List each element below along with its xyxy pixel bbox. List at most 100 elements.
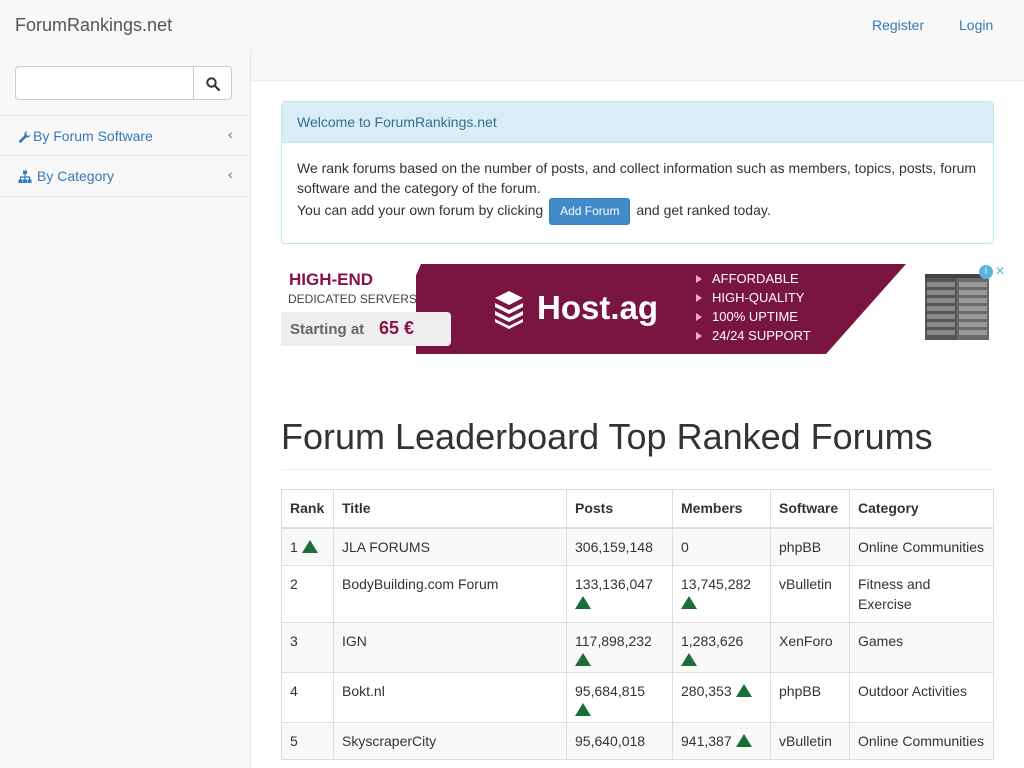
trend-up-icon [681, 595, 697, 609]
wrench-icon [19, 131, 31, 143]
table-row[interactable]: 2 BodyBuilding.com Forum 133,136,047 13,… [281, 564, 994, 623]
sitemap-icon [18, 170, 32, 183]
rank-cell: 3 [281, 621, 334, 673]
main-content: Welcome to ForumRankings.net We rank for… [251, 80, 1024, 768]
software-link[interactable]: phpBB [770, 671, 850, 723]
ad-feature-label: 24/24 SUPPORT [712, 328, 811, 343]
table-row[interactable]: 3 IGN 117,898,232 1,283,626 XenForo Game… [281, 621, 994, 673]
welcome-body: We rank forums based on the number of po… [282, 143, 993, 240]
posts-cell: 133,136,047 [566, 564, 673, 623]
ad-feature: HIGH-QUALITY [696, 290, 804, 305]
col-header-members[interactable]: Members [672, 489, 771, 529]
trend-up-icon [681, 652, 697, 666]
members-value: 941,387 [681, 732, 732, 749]
forum-title-link[interactable]: BodyBuilding.com Forum [333, 564, 567, 623]
members-cell: 1,283,626 [672, 621, 771, 673]
ad-info-icon[interactable]: i [979, 265, 993, 279]
rank-cell: 2 [281, 564, 334, 623]
triangle-bullet-icon [696, 294, 702, 302]
col-header-rank[interactable]: Rank [281, 489, 334, 529]
sidebar-item-label: By Category [37, 168, 115, 184]
advertisement-banner[interactable]: HIGH-END DEDICATED SERVERS Starting at 6… [281, 264, 1009, 354]
title-divider [281, 469, 994, 470]
posts-value: 95,684,815 [575, 682, 646, 699]
forum-title-link[interactable]: IGN [333, 621, 567, 673]
sidebar-item-by-forum-software[interactable]: By Forum Software ‹ [0, 115, 250, 156]
col-header-posts[interactable]: Posts [566, 489, 673, 529]
posts-cell: 117,898,232 [566, 621, 673, 673]
software-link[interactable]: XenForo [770, 621, 850, 673]
table-row[interactable]: 1 JLA FORUMS 306,159,148 0 phpBB Online … [281, 527, 994, 566]
category-link[interactable]: Outdoor Activities [849, 671, 994, 723]
ad-headline: HIGH-END [289, 270, 374, 289]
search-input[interactable] [15, 66, 194, 100]
software-link[interactable]: phpBB [770, 527, 850, 566]
col-header-software[interactable]: Software [770, 489, 850, 529]
triangle-bullet-icon [696, 275, 702, 283]
members-cell: 13,745,282 [672, 564, 771, 623]
ad-subline: DEDICATED SERVERS [288, 292, 417, 306]
table-row[interactable]: 5 SkyscraperCity 95,640,018 941,387 vBul… [281, 721, 994, 760]
page-title: Forum Leaderboard Top Ranked Forums [281, 416, 933, 457]
ad-feature: AFFORDABLE [696, 271, 799, 286]
search-button[interactable] [193, 66, 232, 100]
members-value: 280,353 [681, 682, 732, 699]
forum-title-link[interactable]: SkyscraperCity [333, 721, 567, 760]
leaderboard-table: Rank Title Posts Members Software Catego… [281, 489, 994, 760]
members-value: 13,745,282 [681, 575, 752, 592]
category-link[interactable]: Fitness and Exercise [849, 564, 994, 623]
ad-feature-label: 100% UPTIME [712, 309, 798, 324]
ad-panel-right-slant [826, 264, 906, 354]
forum-title-link[interactable]: JLA FORUMS [333, 527, 567, 566]
ad-starting: Starting at [290, 321, 365, 338]
chevron-left-icon: ‹ [228, 126, 233, 142]
welcome-title: Welcome to ForumRankings.net [282, 102, 993, 143]
col-header-title[interactable]: Title [333, 489, 567, 529]
posts-value: 117,898,232 [575, 632, 652, 649]
rank-value: 1 [290, 538, 298, 555]
search-icon [206, 77, 220, 91]
posts-cell: 95,640,018 [566, 721, 673, 760]
trend-up-icon [301, 540, 318, 554]
ad-feature-label: AFFORDABLE [712, 271, 799, 286]
search-box [15, 66, 232, 100]
software-link[interactable]: vBulletin [770, 721, 850, 760]
sidebar-item-label: By Forum Software [33, 128, 153, 144]
ad-close-icon[interactable]: ✕ [995, 264, 1005, 278]
ad-feature: 24/24 SUPPORT [696, 328, 811, 343]
brand-logo-link[interactable]: ForumRankings.net [15, 15, 172, 36]
add-forum-button[interactable]: Add Forum [549, 198, 631, 225]
trend-up-icon [735, 684, 752, 698]
table-header-row: Rank Title Posts Members Software Catego… [281, 489, 994, 529]
top-navbar: ForumRankings.net Register Login [0, 0, 1024, 50]
ad-feature: 100% UPTIME [696, 309, 798, 324]
software-link[interactable]: vBulletin [770, 564, 850, 623]
category-link[interactable]: Online Communities [849, 721, 994, 760]
chevron-left-icon: ‹ [228, 166, 233, 182]
category-link[interactable]: Online Communities [849, 527, 994, 566]
welcome-panel: Welcome to ForumRankings.net We rank for… [281, 101, 994, 244]
trend-up-icon [575, 702, 591, 716]
server-rack-icon [925, 274, 989, 340]
posts-cell: 306,159,148 [566, 527, 673, 566]
stack-logo-icon [495, 291, 523, 329]
members-cell: 280,353 [672, 671, 771, 723]
category-link[interactable]: Games [849, 621, 994, 673]
register-link[interactable]: Register [872, 17, 924, 33]
ad-feature-label: HIGH-QUALITY [712, 290, 805, 305]
table-row[interactable]: 4 Bokt.nl 95,684,815 280,353 phpBB Outdo… [281, 671, 994, 723]
triangle-bullet-icon [696, 313, 702, 321]
forum-title-link[interactable]: Bokt.nl [333, 671, 567, 723]
rank-cell: 5 [281, 721, 334, 760]
trend-up-icon [575, 652, 591, 666]
login-link[interactable]: Login [959, 17, 993, 33]
sidebar-item-by-category[interactable]: By Category ‹ [0, 156, 250, 197]
trend-up-icon [575, 595, 591, 609]
members-cell: 941,387 [672, 721, 771, 760]
rank-cell: 4 [281, 671, 334, 723]
welcome-add-line: You can add your own forum by clicking A… [297, 198, 978, 225]
welcome-text: We rank forums based on the number of po… [297, 160, 977, 196]
trend-up-icon [735, 734, 752, 748]
welcome-add-text-post: and get ranked today. [636, 202, 771, 219]
col-header-category[interactable]: Category [849, 489, 994, 529]
